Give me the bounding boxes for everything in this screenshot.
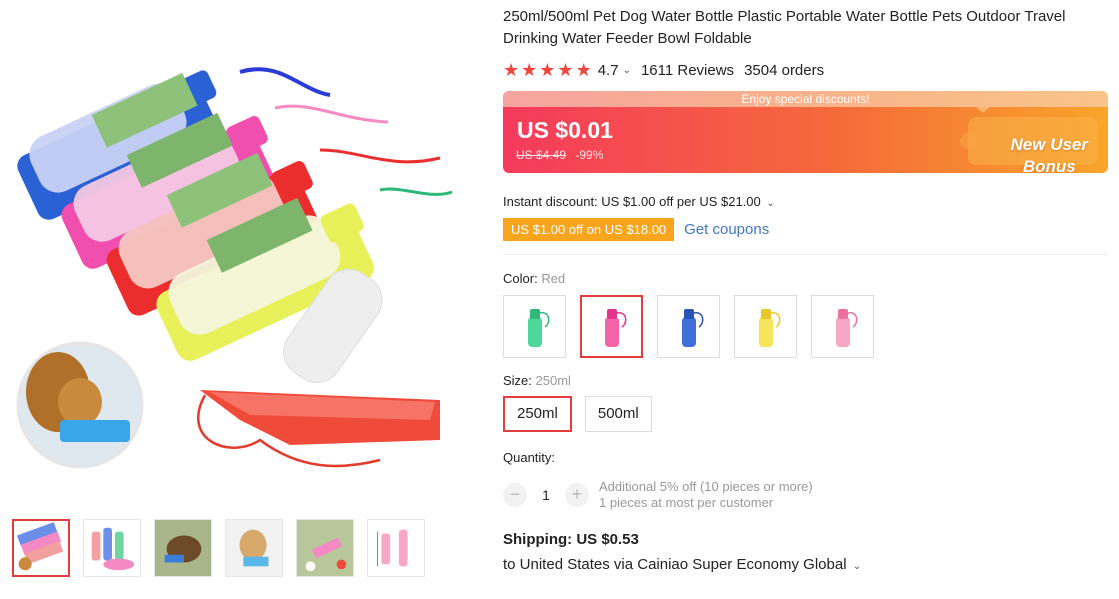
divider bbox=[503, 254, 1108, 255]
original-price: US $4.49 bbox=[516, 148, 567, 162]
selected-size: 250ml bbox=[535, 373, 571, 388]
product-photo bbox=[16, 67, 453, 469]
star-icon: ★ bbox=[557, 60, 574, 80]
rating-stars: ★ ★ ★ ★ ★ bbox=[503, 61, 592, 79]
size-option-250ml[interactable]: 250ml bbox=[503, 396, 572, 432]
shipping-cost: Shipping: US $0.53 bbox=[503, 531, 639, 548]
color-option-red[interactable] bbox=[580, 295, 643, 358]
promo-banner: Enjoy special discounts! US $0.01 US $4.… bbox=[503, 91, 1108, 173]
promo-banner-title: Enjoy special discounts! bbox=[503, 91, 1108, 107]
chevron-down-icon[interactable]: ⌄ bbox=[623, 65, 631, 76]
get-coupons-link[interactable]: Get coupons bbox=[684, 221, 769, 238]
color-option-blue[interactable] bbox=[657, 295, 720, 358]
product-title: 250ml/500ml Pet Dog Water Bottle Plastic… bbox=[503, 8, 1066, 47]
main-product-image[interactable] bbox=[0, 0, 462, 502]
coupon-tag[interactable]: US $1.00 off on US $18.00 bbox=[503, 218, 679, 241]
bottle-icon bbox=[835, 308, 857, 347]
star-icon: ★ bbox=[521, 60, 538, 80]
color-option-pink[interactable] bbox=[811, 295, 874, 358]
product-info-panel: 250ml/500ml Pet Dog Water Bottle Plastic… bbox=[503, 0, 1108, 573]
old-price-row: US $4.49 -99% bbox=[516, 148, 603, 162]
coupon-row: US $1.00 off on US $18.00 Get coupons bbox=[503, 218, 1108, 241]
star-icon: ★ bbox=[539, 60, 556, 80]
thumbnail-6[interactable] bbox=[367, 519, 425, 577]
current-price: US $0.01 bbox=[517, 117, 613, 143]
instant-discount[interactable]: Instant discount: US $1.00 off per US $2… bbox=[503, 194, 1108, 209]
size-label: Size: 250ml bbox=[503, 373, 571, 388]
color-label: Color: Red bbox=[503, 271, 566, 286]
bottle-icon bbox=[758, 308, 780, 347]
thumbnail-strip bbox=[12, 519, 425, 577]
reviews-link[interactable]: 1611 Reviews bbox=[641, 62, 734, 79]
size-options: 250ml 500ml bbox=[503, 396, 1108, 432]
thumbnail-4[interactable] bbox=[225, 519, 283, 577]
new-user-bonus-text: New User Bonus bbox=[1010, 135, 1088, 173]
increase-quantity-button[interactable]: + bbox=[565, 483, 589, 507]
thumbnail-2[interactable] bbox=[83, 519, 141, 577]
orders-count: 3504 orders bbox=[744, 61, 825, 79]
discount-percent: -99% bbox=[575, 148, 604, 162]
decrease-quantity-button[interactable]: − bbox=[503, 483, 527, 507]
color-option-green[interactable] bbox=[503, 295, 566, 358]
quantity-value[interactable]: 1 bbox=[527, 487, 565, 503]
bottle-icon bbox=[604, 308, 626, 347]
bottle-icon bbox=[527, 308, 549, 347]
quantity-stepper: − 1 + Additional 5% off (10 pieces or mo… bbox=[503, 479, 1108, 511]
quantity-label: Quantity: bbox=[503, 450, 556, 465]
shipping-destination[interactable]: to United States via Cainiao Super Econo… bbox=[503, 556, 1108, 573]
star-icon: ★ bbox=[503, 60, 520, 80]
rating-value[interactable]: 4.7 bbox=[598, 62, 619, 79]
selected-color: Red bbox=[541, 271, 566, 286]
thumbnail-3[interactable] bbox=[154, 519, 212, 577]
star-icon: ★ bbox=[575, 60, 592, 80]
size-option-500ml[interactable]: 500ml bbox=[584, 396, 652, 432]
thumbnail-5[interactable] bbox=[296, 519, 354, 577]
chevron-down-icon[interactable]: ⌄ bbox=[766, 198, 774, 209]
quantity-note: Additional 5% off (10 pieces or more) 1 … bbox=[599, 479, 813, 510]
color-option-yellow[interactable] bbox=[734, 295, 797, 358]
color-swatches bbox=[503, 295, 1108, 358]
chevron-down-icon[interactable]: ⌄ bbox=[853, 561, 861, 572]
new-user-bonus-graphic: New User Bonus bbox=[948, 107, 1108, 173]
rating-row: ★ ★ ★ ★ ★ 4.7 ⌄ 1611 Reviews 3504 orders bbox=[503, 59, 1108, 81]
thumbnail-1[interactable] bbox=[12, 519, 70, 577]
bottle-icon bbox=[681, 308, 703, 347]
